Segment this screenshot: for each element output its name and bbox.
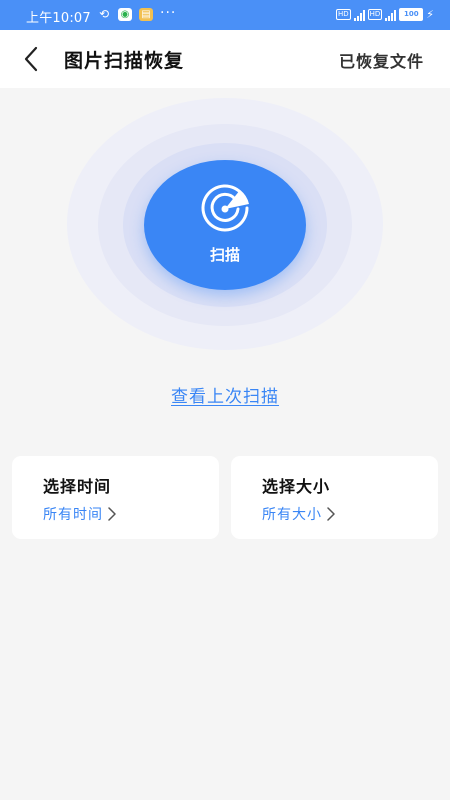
chevron-right-icon: [108, 507, 116, 521]
size-filter-value[interactable]: 所有大小: [262, 504, 336, 524]
charging-icon: ⚡: [426, 8, 434, 21]
signal-icon-2: [385, 9, 397, 21]
scan-button-label: 扫描: [209, 246, 240, 264]
time-filter-value-label: 所有时间: [43, 507, 103, 523]
app-header: 图片扫描恢复 已恢复文件: [0, 30, 450, 88]
battery-icon: 100: [399, 8, 424, 21]
time-filter-card[interactable]: 选择时间 所有时间: [12, 456, 219, 539]
chevron-left-icon: [24, 46, 38, 72]
view-last-scan-link[interactable]: 查看上次扫描: [0, 382, 450, 407]
sync-off-icon: ⟲: [98, 7, 110, 21]
size-filter-title: 选择大小: [262, 477, 331, 496]
time-filter-value[interactable]: 所有时间: [43, 504, 117, 524]
shield-icon: ◉: [118, 8, 132, 21]
status-time: 上午10:07: [26, 11, 91, 26]
scan-button[interactable]: 扫描: [144, 160, 306, 290]
size-filter-card[interactable]: 选择大小 所有大小: [231, 456, 438, 539]
notification-icons: ⟲ ◉ ▤ ···: [97, 4, 177, 21]
recovered-files-button[interactable]: 已恢复文件: [339, 48, 424, 72]
radar-icon: [201, 184, 249, 232]
page-title: 图片扫描恢复: [64, 50, 185, 72]
hd-badge: HD: [335, 9, 351, 20]
hd-badge-2: HD: [367, 9, 383, 20]
status-bar: 上午10:07 ⟲ ◉ ▤ ··· HD HD 100 ⚡: [0, 0, 450, 30]
more-notifications-icon: ···: [160, 4, 177, 21]
message-icon: ▤: [139, 8, 153, 21]
size-filter-value-label: 所有大小: [262, 507, 322, 523]
time-filter-title: 选择时间: [43, 477, 112, 496]
signal-icon: [353, 9, 365, 21]
chevron-right-icon: [327, 507, 335, 521]
back-button[interactable]: [16, 43, 46, 75]
system-icons: HD HD 100 ⚡: [335, 8, 434, 21]
